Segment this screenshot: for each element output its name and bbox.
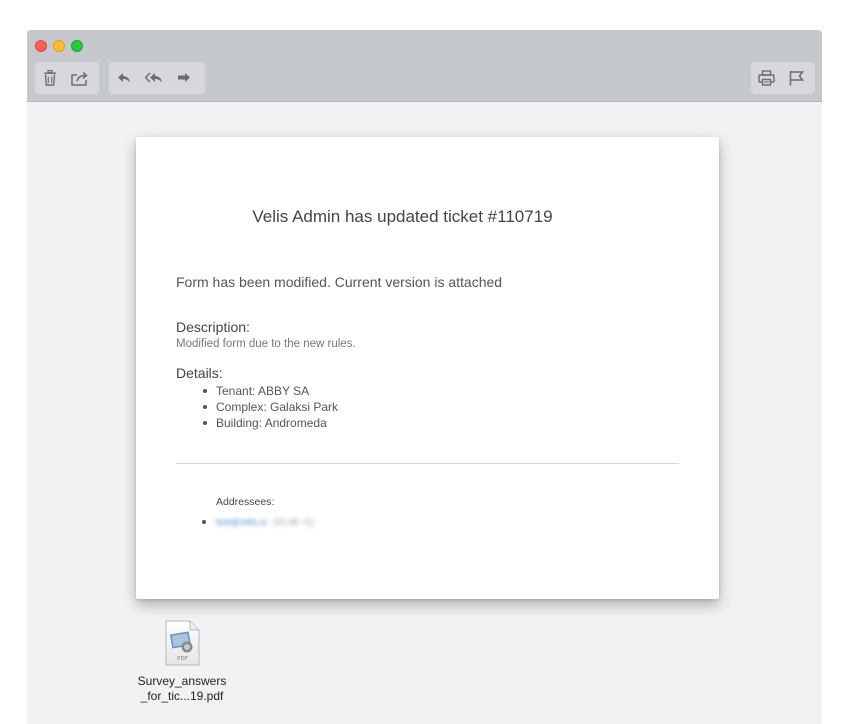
pdf-attachment[interactable]: PDF Survey_answers _for_tic...19.pdf: [132, 620, 232, 704]
toolbar-group-right: [751, 62, 815, 94]
attachment-name-line2: _for_tic...19.pdf: [140, 689, 224, 703]
trash-icon: [44, 70, 56, 86]
pdf-badge: PDF: [177, 656, 188, 662]
title-bar: [27, 30, 822, 102]
addressee-item: test@velis.si (10:48 +1): [202, 515, 314, 529]
close-window-button[interactable]: [35, 40, 47, 52]
flag-button[interactable]: [781, 62, 811, 94]
toolbar-group-manage: [35, 62, 99, 94]
reply-button[interactable]: [109, 62, 139, 94]
print-button[interactable]: [751, 62, 781, 94]
pdf-file-icon: PDF: [165, 620, 200, 666]
email-message-card: Velis Admin has updated ticket #110719 F…: [136, 137, 719, 599]
details-item-complex: Complex: Galaksi Park: [202, 399, 338, 415]
reply-all-button[interactable]: [139, 62, 169, 94]
reply-all-icon: [145, 72, 162, 83]
reply-icon: [118, 73, 130, 83]
delete-button[interactable]: [35, 62, 65, 94]
description-label: Description:: [176, 319, 250, 335]
mail-window: Velis Admin has updated ticket #110719 F…: [27, 30, 822, 724]
minimize-window-button[interactable]: [53, 40, 65, 52]
list-bullet: [202, 520, 206, 524]
details-item-building: Building: Andromeda: [202, 415, 338, 431]
share-icon: [71, 71, 88, 86]
section-divider: [176, 463, 679, 464]
forward-icon: [178, 73, 190, 82]
addressee-email-link[interactable]: test@velis.si: [216, 517, 267, 527]
print-icon: [757, 70, 775, 86]
details-list: Tenant: ABBY SA Complex: Galaksi Park Bu…: [202, 383, 338, 431]
details-label: Details:: [176, 365, 223, 381]
email-intro: Form has been modified. Current version …: [176, 274, 503, 290]
toolbar-group-respond: [109, 62, 205, 94]
email-headline: Velis Admin has updated ticket #110719: [252, 207, 553, 226]
addressees-label: Addressees:: [216, 496, 275, 508]
maximize-window-button[interactable]: [71, 40, 83, 52]
flag-icon: [789, 71, 804, 86]
description-text: Modified form due to the new rules.: [176, 338, 356, 350]
attachment-name-line1: Survey_answers: [137, 674, 227, 688]
details-item-tenant: Tenant: ABBY SA: [202, 383, 338, 399]
forward-button[interactable]: [169, 62, 199, 94]
addressee-extra: (10:48 +1): [272, 517, 314, 527]
share-button[interactable]: [65, 62, 95, 94]
